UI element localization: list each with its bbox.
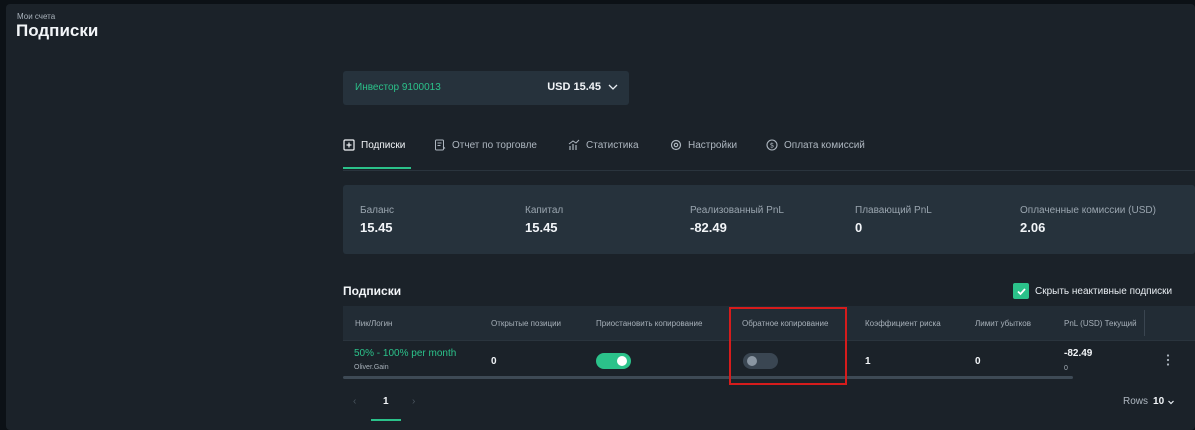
tab-label: Статистика bbox=[586, 140, 639, 151]
loss-limit-value: 0 bbox=[975, 356, 981, 367]
dollar-circle-icon: $ bbox=[766, 139, 778, 151]
breadcrumb[interactable]: Мои счета bbox=[17, 12, 55, 21]
stat-label: Плавающий PnL bbox=[855, 205, 932, 216]
stat-value: 0 bbox=[855, 220, 863, 235]
column-header-pnl: PnL (USD) Текущий bbox=[1064, 319, 1137, 328]
stat-value: 15.45 bbox=[360, 220, 393, 235]
account-selector[interactable]: Инвестор 9100013 USD 15.45 bbox=[343, 71, 629, 105]
hide-inactive-label: Скрыть неактивные подписки bbox=[1035, 285, 1173, 297]
open-positions-value: 0 bbox=[491, 356, 497, 367]
stat-floating-pnl: Плавающий PnL 0 bbox=[855, 205, 932, 235]
rows-value: 10 bbox=[1153, 396, 1165, 407]
page-title: Подписки bbox=[16, 21, 99, 40]
chevron-down-icon bbox=[1168, 400, 1175, 404]
subscriptions-title: Подписки bbox=[343, 284, 402, 298]
tab-label: Подписки bbox=[361, 140, 406, 151]
pnl-value: -82.49 bbox=[1064, 348, 1093, 359]
highlight-box bbox=[729, 307, 847, 385]
subscription-nick-link[interactable]: 50% - 100% per month bbox=[354, 348, 456, 359]
stat-label: Капитал bbox=[525, 205, 564, 216]
column-header-nick: Ник/Логин bbox=[355, 319, 393, 328]
plus-square-icon bbox=[343, 139, 355, 151]
stat-value: 2.06 bbox=[1020, 220, 1046, 235]
stat-label: Баланс bbox=[360, 205, 395, 216]
tab-trade-report[interactable]: Отчет по торговле bbox=[434, 139, 537, 170]
rows-select[interactable]: 10 bbox=[1153, 396, 1175, 407]
chart-icon bbox=[568, 139, 580, 150]
tab-subscriptions[interactable]: Подписки bbox=[343, 139, 411, 170]
tab-statistics[interactable]: Статистика bbox=[568, 139, 639, 170]
risk-ratio-value: 1 bbox=[865, 356, 871, 367]
svg-text:$: $ bbox=[770, 142, 774, 150]
tab-settings[interactable]: Настройки bbox=[670, 139, 738, 170]
tab-label: Отчет по торговле bbox=[452, 140, 537, 151]
stat-value: -82.49 bbox=[690, 220, 727, 235]
stat-realized-pnl: Реализованный PnL -82.49 bbox=[690, 205, 784, 235]
gear-icon bbox=[670, 139, 682, 151]
account-name: Инвестор 9100013 bbox=[355, 82, 441, 93]
rows-label: Rows bbox=[1123, 396, 1149, 407]
page-number[interactable]: 1 bbox=[383, 396, 389, 407]
stat-label: Реализованный PnL bbox=[690, 205, 784, 216]
chevron-down-icon bbox=[608, 84, 618, 90]
column-divider bbox=[1144, 310, 1145, 336]
tab-label: Настройки bbox=[688, 140, 738, 151]
horizontal-scrollbar[interactable] bbox=[343, 376, 1073, 379]
active-tab-indicator bbox=[343, 167, 411, 169]
tab-commission-payment[interactable]: $ Оплата комиссий bbox=[766, 139, 865, 170]
stat-balance: Баланс 15.45 bbox=[360, 205, 394, 235]
stat-label: Оплаченные комиссии (USD) bbox=[1020, 205, 1156, 216]
column-header-pause-copy: Приостановить копирование bbox=[596, 319, 703, 328]
pause-copy-toggle[interactable] bbox=[596, 353, 631, 369]
column-header-risk-ratio: Коэффициент риска bbox=[865, 319, 941, 328]
column-header-loss-limit: Лимит убытков bbox=[975, 319, 1031, 328]
report-icon bbox=[435, 139, 446, 151]
stat-equity: Капитал 15.45 bbox=[525, 205, 563, 235]
next-page-button[interactable]: › bbox=[412, 396, 415, 407]
stat-paid-commissions: Оплаченные комиссии (USD) 2.06 bbox=[1020, 205, 1156, 235]
subscription-login: Oliver.Gain bbox=[354, 364, 389, 371]
check-icon bbox=[1016, 287, 1026, 295]
account-stats: Баланс 15.45 Капитал 15.45 Реализованный… bbox=[343, 185, 1195, 254]
more-vertical-icon[interactable] bbox=[1163, 353, 1173, 367]
account-balance: USD 15.45 bbox=[547, 81, 601, 93]
tabs-divider bbox=[343, 170, 1195, 171]
checkbox-checked[interactable] bbox=[1013, 283, 1029, 299]
tabs-bar: Подписки Отчет по торговле Статистика На… bbox=[343, 139, 1195, 170]
toggle-knob bbox=[617, 356, 627, 366]
pnl-sub-value: 0 bbox=[1064, 365, 1068, 372]
prev-page-button[interactable]: ‹ bbox=[353, 396, 356, 407]
tab-label: Оплата комиссий bbox=[784, 140, 865, 151]
rows-per-page[interactable]: Rows 10 bbox=[1123, 396, 1175, 407]
column-header-open-positions: Открытые позиции bbox=[491, 319, 562, 328]
hide-inactive-checkbox[interactable]: Скрыть неактивные подписки bbox=[1013, 283, 1172, 299]
stat-value: 15.45 bbox=[525, 220, 558, 235]
current-page-indicator bbox=[371, 419, 401, 421]
